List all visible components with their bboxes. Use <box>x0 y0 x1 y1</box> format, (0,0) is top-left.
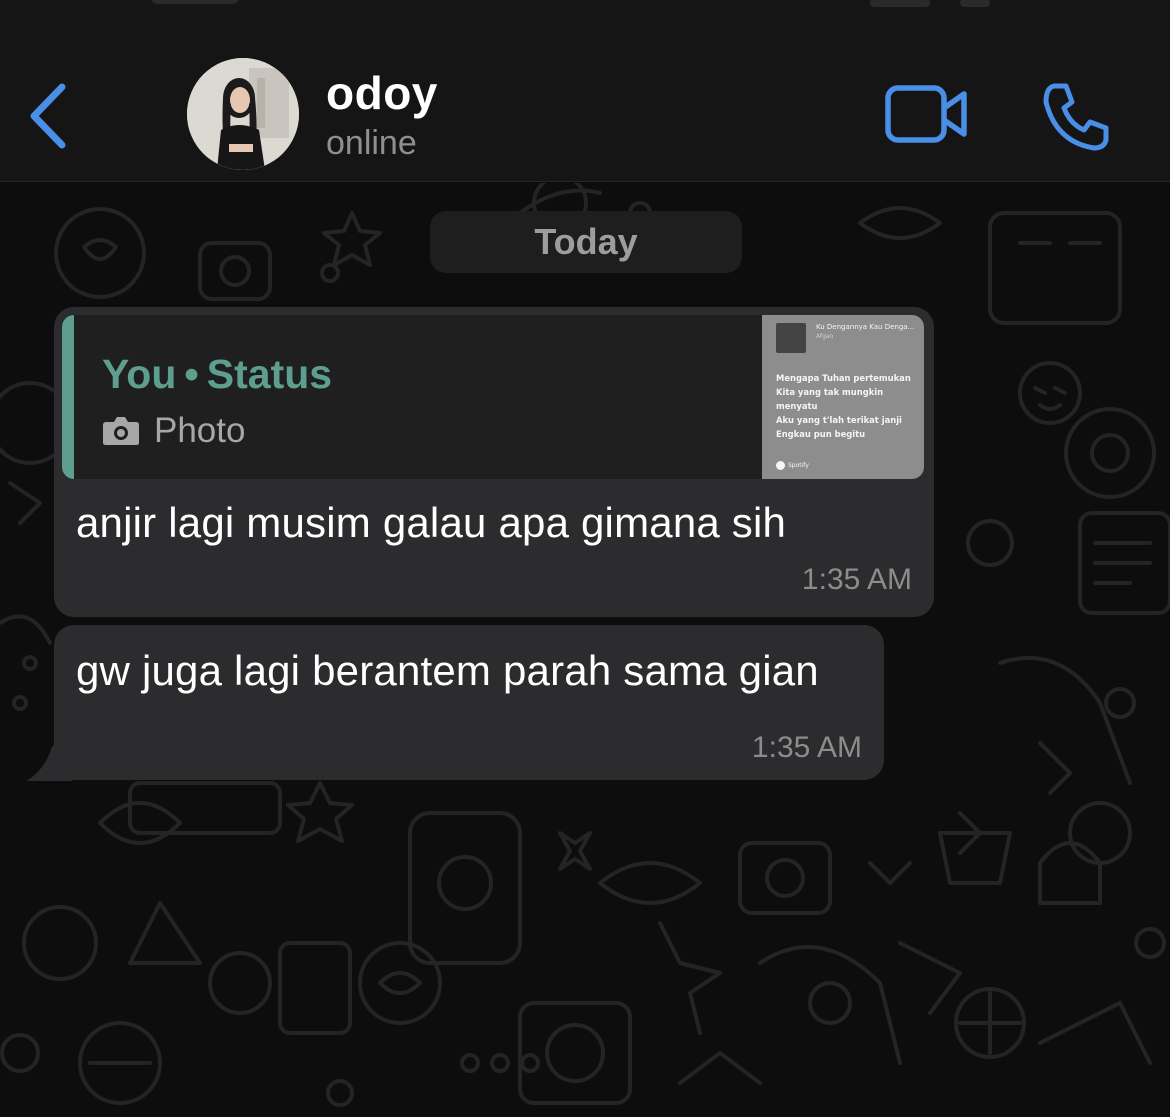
quote-source: Status <box>206 351 333 397</box>
thumbnail-artist: Afgan <box>816 333 834 340</box>
thumbnail-footer: Spotify <box>776 461 809 470</box>
lyric-line: Aku yang t'lah terikat janji <box>776 415 902 425</box>
spotify-icon <box>776 461 785 470</box>
album-art <box>776 323 806 353</box>
message-timestamp: 1:35 AM <box>801 563 912 596</box>
contact-status: online <box>326 124 417 162</box>
status-bar-clock <box>150 0 240 4</box>
quote-title: You • Status <box>102 351 332 398</box>
lyric-line: Engkau pun begitu <box>776 429 866 439</box>
chat-header: odoy online <box>0 14 1170 182</box>
quote-media-type: Photo <box>102 411 245 451</box>
phone-icon <box>1043 83 1109 151</box>
wifi-icon <box>960 0 990 7</box>
chevron-left-icon <box>30 83 66 149</box>
thumbnail-footer-label: Spotify <box>788 462 809 469</box>
message-text: anjir lagi musim galau apa gimana sih <box>76 499 787 546</box>
video-call-button[interactable] <box>884 82 970 146</box>
status-bar-indicators <box>870 0 1080 25</box>
lyric-line: Mengapa Tuhan pertemukan <box>776 373 911 383</box>
back-button[interactable] <box>18 76 78 156</box>
contact-name[interactable]: odoy <box>326 66 438 120</box>
message-bubble[interactable]: You • Status Photo Ku Dengannya Kau Denga.… <box>54 307 934 617</box>
message-text: gw juga lagi berantem parah sama gian <box>76 647 819 694</box>
lyric-line: menyatu <box>776 401 818 411</box>
camera-icon <box>103 417 139 445</box>
chat-area[interactable]: Today You • Status Photo Ku Dengannya Kau … <box>0 183 1170 1117</box>
thumbnail-song-title: Ku Dengannya Kau Denga... <box>816 323 915 331</box>
quoted-status-reply[interactable]: You • Status Photo Ku Dengannya Kau Denga.… <box>62 315 924 479</box>
video-camera-icon <box>885 85 967 143</box>
lyric-line: Kita yang tak mungkin <box>776 387 884 397</box>
thumbnail-lyrics: Mengapa Tuhan pertemukan Kita yang tak m… <box>776 371 922 441</box>
quote-media-label: Photo <box>154 411 246 450</box>
voice-call-button[interactable] <box>1040 80 1112 152</box>
signal-icon <box>870 0 930 7</box>
avatar-photo <box>187 58 299 170</box>
date-separator: Today <box>430 211 742 273</box>
quote-sender: You <box>102 351 177 397</box>
quote-accent-bar <box>62 315 74 479</box>
message-bubble[interactable]: gw juga lagi berantem parah sama gian 1:… <box>54 625 884 780</box>
message-timestamp: 1:35 AM <box>751 731 862 764</box>
contact-avatar[interactable] <box>187 58 299 170</box>
status-bar <box>0 0 1170 25</box>
quote-separator: • <box>184 351 199 397</box>
status-thumbnail[interactable]: Ku Dengannya Kau Denga... Afgan Mengapa … <box>762 315 924 479</box>
